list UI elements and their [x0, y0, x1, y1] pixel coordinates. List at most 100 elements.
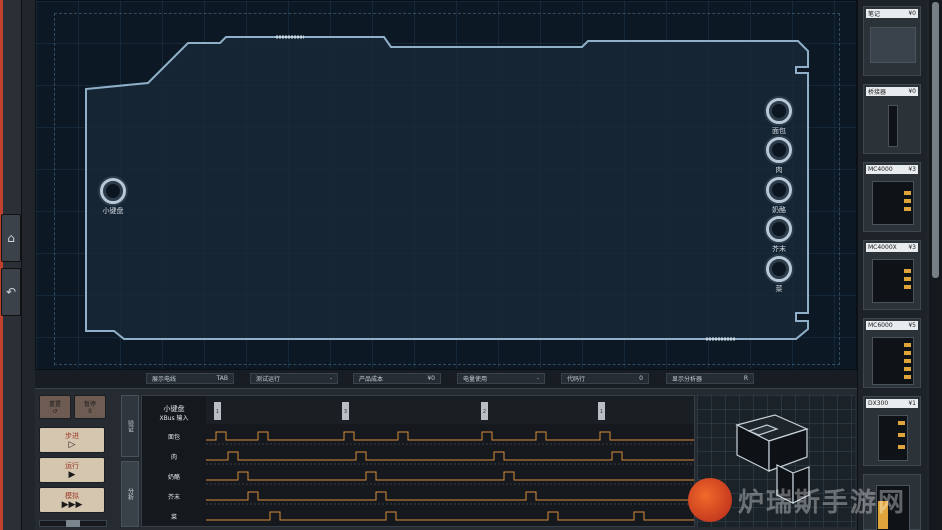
- tab-verify[interactable]: 验证: [121, 395, 139, 457]
- palette-scrollbar[interactable]: [929, 0, 942, 530]
- undo-icon: ↶: [5, 285, 17, 299]
- part-note[interactable]: 笔记 ¥0: [863, 6, 921, 76]
- output-port-meat[interactable]: [766, 137, 792, 163]
- speed-slider-knob[interactable]: [66, 520, 80, 527]
- fast-forward-icon: ▶▶▶: [61, 499, 83, 510]
- part-header: 桥接器 ¥0: [866, 87, 918, 96]
- input-port-label: 小键盘: [102, 207, 124, 215]
- tab-analyze[interactable]: 分析: [121, 461, 139, 527]
- part-header: 笔记 ¥0: [866, 9, 918, 18]
- bridge-icon: [888, 105, 898, 147]
- info-label: 展示电线: [152, 376, 177, 383]
- row-label: 肉: [170, 454, 177, 461]
- input-marker: 2: [481, 402, 488, 420]
- speed-slider[interactable]: [39, 520, 107, 527]
- trace-cheese: [206, 471, 694, 481]
- output-port-label: 肉: [775, 166, 783, 174]
- pause-button[interactable]: 暂停 II: [74, 395, 106, 419]
- part-name: 桥接器: [868, 89, 887, 96]
- part-name: MC4000X: [868, 244, 897, 251]
- undo-button[interactable]: ↶: [1, 268, 21, 316]
- board-outline: [85, 35, 809, 341]
- output-port-label: 奶酪: [772, 206, 786, 214]
- info-bar: 展示电线 TAB 测试运行 - 产品成本 ¥0 电量使用 - 代码行 0 显示分…: [35, 370, 857, 388]
- parts-palette: 笔记 ¥0 桥接器 ¥0 MC4000 ¥3 MC4000X ¥3 MC6000…: [857, 0, 927, 530]
- output-port-label: 芥末: [772, 245, 786, 253]
- home-icon: ⌂: [7, 231, 15, 245]
- output-port-bread[interactable]: [766, 98, 792, 124]
- part-price: ¥5: [908, 322, 916, 329]
- pause-icon: II: [88, 408, 92, 415]
- part-price: ¥0: [908, 88, 916, 95]
- svg-text:1: 1: [216, 409, 219, 415]
- part-price: ¥0: [908, 10, 916, 17]
- info-value: -: [329, 375, 332, 382]
- scrollbar-thumb[interactable]: [932, 2, 939, 278]
- home-button[interactable]: ⌂: [1, 214, 21, 262]
- output-port-label: 菜: [775, 285, 783, 293]
- step-label: 步进: [65, 431, 79, 440]
- reset-button[interactable]: 重置 ↺: [39, 395, 71, 419]
- part-mc4000x[interactable]: MC4000X ¥3: [863, 240, 921, 310]
- info-label: 电量使用: [463, 376, 488, 383]
- fast-label: 模拟: [65, 491, 79, 500]
- note-icon: [870, 27, 916, 63]
- input-port-keypad[interactable]: [100, 178, 126, 204]
- row-label: 芥末: [167, 494, 180, 501]
- part-bridge[interactable]: 桥接器 ¥0: [863, 84, 921, 154]
- tab-label: 分析: [126, 488, 134, 500]
- part-dx300[interactable]: DX300 ¥1: [863, 396, 921, 466]
- input-subtitle: XBus 输入: [159, 415, 189, 422]
- part-header: DX300 ¥1: [866, 399, 918, 408]
- info-value: -: [536, 375, 539, 382]
- part-price: ¥3: [908, 166, 916, 173]
- show-analyzer-info[interactable]: 显示分析器 R: [666, 373, 754, 384]
- test-run-info: 测试运行 -: [250, 373, 338, 384]
- tab-label: 验证: [126, 420, 134, 432]
- part-header: MC4000 ¥3: [866, 165, 918, 174]
- output-port-cheese[interactable]: [766, 177, 792, 203]
- info-value: 0: [639, 375, 643, 382]
- part-name: DX300: [868, 400, 889, 407]
- game-screen: ⌂ ↶ 小键盘 面包 肉 奶酪 芥末 菜 展示电线 TAB 测试运行 - 产品成…: [0, 0, 942, 530]
- part-name: MC4000: [868, 166, 893, 173]
- signal-traces: [206, 431, 694, 521]
- part-price: ¥3: [908, 244, 916, 251]
- fast-run-button[interactable]: 模拟 ▶▶▶: [39, 487, 105, 513]
- row-label: 奶酪: [167, 474, 180, 481]
- trace-mustard: [206, 491, 694, 501]
- info-label: 测试运行: [256, 376, 281, 383]
- output-port-label: 面包: [772, 127, 786, 135]
- mc4000-chip-icon: [872, 181, 914, 225]
- sim-controls: 重置 ↺ 暂停 II 步进 ▷ 运行 ▶ 模拟 ▶▶▶: [39, 395, 107, 527]
- trace-bread: [206, 431, 694, 441]
- input-marker: 3: [342, 402, 349, 420]
- step-icon: ▷: [68, 439, 76, 450]
- output-port-veg[interactable]: [766, 256, 792, 282]
- production-cost-info: 产品成本 ¥0: [353, 373, 441, 384]
- row-label: 面包: [167, 434, 180, 441]
- play-icon: ▶: [68, 469, 76, 480]
- reset-label: 重置: [48, 401, 61, 408]
- info-label: 显示分析器: [672, 376, 703, 383]
- mc4000x-chip-icon: [872, 259, 914, 303]
- input-marker: 1: [598, 402, 605, 420]
- part-header: MC6000 ¥5: [866, 321, 918, 330]
- panel-tabs: 验证 分析: [121, 395, 139, 527]
- part-mc4000[interactable]: MC4000 ¥3: [863, 162, 921, 232]
- run-button[interactable]: 运行 ▶: [39, 457, 105, 483]
- output-port-mustard[interactable]: [766, 216, 792, 242]
- step-button[interactable]: 步进 ▷: [39, 427, 105, 453]
- part-name: 笔记: [868, 11, 881, 18]
- waveform-graph: 1 3 2 1: [206, 396, 694, 521]
- toggle-wires-info[interactable]: 展示电线 TAB: [146, 373, 234, 384]
- svg-text:1: 1: [600, 409, 603, 415]
- watermark-text: 炉瑞斯手游网: [738, 487, 907, 518]
- info-value: TAB: [216, 375, 228, 382]
- svg-text:3: 3: [344, 409, 347, 415]
- circuit-board[interactable]: 小键盘 面包 肉 奶酪 芥末 菜: [35, 0, 857, 370]
- input-marker: 1: [214, 402, 221, 420]
- part-mc6000[interactable]: MC6000 ¥5: [863, 318, 921, 388]
- part-price: ¥1: [908, 400, 916, 407]
- power-usage-info: 电量使用 -: [457, 373, 545, 384]
